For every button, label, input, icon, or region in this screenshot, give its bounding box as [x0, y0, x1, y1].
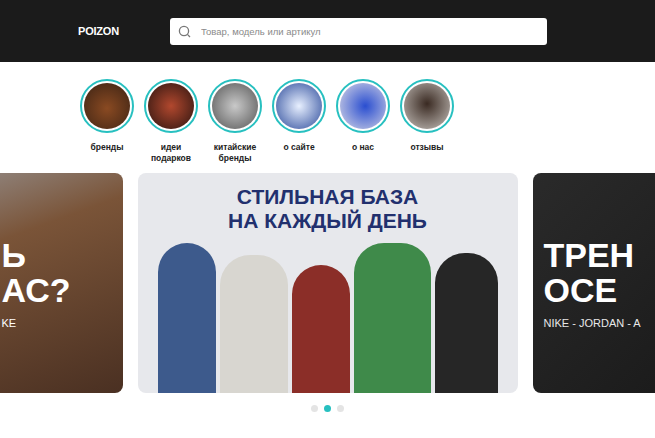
story-photo — [84, 83, 130, 129]
story-photo — [148, 83, 194, 129]
story-ring — [272, 79, 326, 133]
story-ring — [208, 79, 262, 133]
banner[interactable]: СТИЛЬНАЯ БАЗАНА КАЖДЫЙ ДЕНЬ — [138, 173, 518, 393]
story-item[interactable]: о сайте — [267, 79, 331, 163]
search-field[interactable] — [170, 18, 547, 45]
banner-text: ТРЕНОСЕ NIKE - JORDAN - A — [533, 238, 655, 329]
story-photo — [404, 83, 450, 129]
search-icon — [178, 25, 191, 38]
page: POIZON бренды идеи подарков китайские бренд… — [0, 0, 655, 438]
pagination-dot[interactable] — [337, 405, 344, 412]
banner-track: ЬАС? KE СТИЛЬНАЯ БАЗАНА КАЖДЫЙ ДЕНЬ ТРЕНОСЕ… — [0, 173, 655, 393]
story-item[interactable]: отзывы — [395, 79, 459, 163]
banner-text: СТИЛЬНАЯ БАЗАНА КАЖДЫЙ ДЕНЬ — [138, 173, 518, 232]
banner-title: СТИЛЬНАЯ БАЗА — [138, 185, 518, 209]
story-ring — [144, 79, 198, 133]
story-item[interactable]: бренды — [75, 79, 139, 163]
banner[interactable]: ТРЕНОСЕ NIKE - JORDAN - A — [533, 173, 655, 393]
banner-title: Ь — [2, 238, 123, 274]
story-label: о нас — [335, 142, 391, 153]
pagination — [0, 405, 655, 412]
story-item[interactable]: идеи подарков — [139, 79, 203, 163]
banner-title: АС? — [2, 273, 123, 309]
banner-carousel: ЬАС? KE СТИЛЬНАЯ БАЗАНА КАЖДЫЙ ДЕНЬ ТРЕНОСЕ… — [0, 173, 655, 393]
pagination-dot[interactable] — [311, 405, 318, 412]
banner[interactable]: ЬАС? KE — [0, 173, 123, 393]
banner-title: НА КАЖДЫЙ ДЕНЬ — [138, 209, 518, 233]
story-photo — [276, 83, 322, 129]
banner-caption: NIKE - JORDAN - A — [544, 317, 655, 329]
stories-row: бренды идеи подарков китайские бренды о сай… — [0, 79, 655, 163]
story-label: отзывы — [399, 142, 455, 153]
logo[interactable]: POIZON — [78, 25, 126, 37]
story-label: идеи подарков — [143, 142, 199, 163]
banner-caption: KE — [2, 317, 123, 329]
story-photo — [212, 83, 258, 129]
story-item[interactable]: китайские бренды — [203, 79, 267, 163]
story-label: китайские бренды — [207, 142, 263, 163]
story-ring — [336, 79, 390, 133]
story-label: бренды — [79, 142, 135, 153]
story-item[interactable]: о нас — [331, 79, 395, 163]
search-input[interactable] — [199, 25, 539, 38]
story-ring — [400, 79, 454, 133]
pagination-dot[interactable] — [324, 405, 331, 412]
banner-title: ОСЕ — [544, 273, 655, 309]
banner-text: ЬАС? KE — [0, 238, 123, 329]
story-photo — [340, 83, 386, 129]
header: POIZON — [0, 0, 655, 62]
banner-title: ТРЕН — [544, 238, 655, 274]
story-ring — [80, 79, 134, 133]
story-label: о сайте — [271, 142, 327, 153]
banner-photo — [138, 232, 518, 393]
